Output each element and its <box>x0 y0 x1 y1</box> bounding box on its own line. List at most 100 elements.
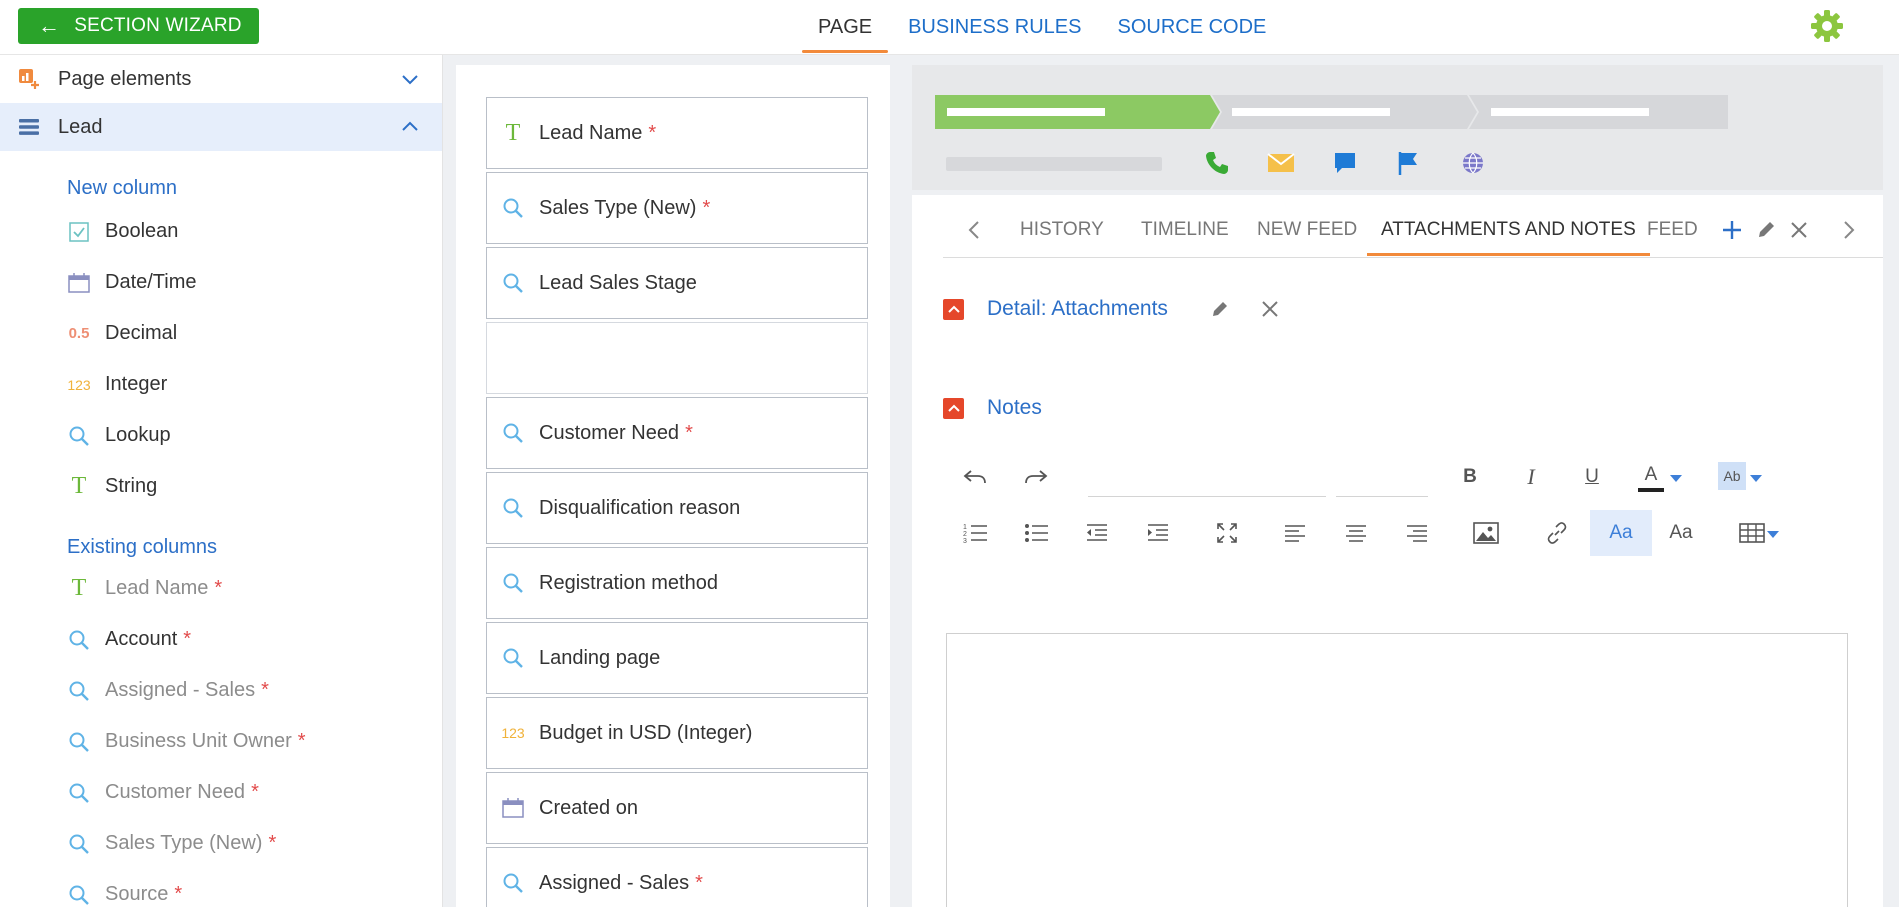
group-page-elements[interactable]: Page elements <box>0 55 442 103</box>
chat-icon[interactable] <box>1330 148 1360 178</box>
field-label: Customer Need <box>539 421 680 444</box>
search-icon <box>501 196 525 220</box>
tab-feed[interactable]: FEED <box>1647 219 1698 241</box>
align-right-icon[interactable] <box>1397 513 1437 553</box>
outdent-icon[interactable] <box>1077 513 1117 553</box>
align-center-icon[interactable] <box>1336 513 1376 553</box>
add-tab-icon[interactable] <box>1719 217 1745 243</box>
bullet-list-icon[interactable] <box>1016 513 1056 553</box>
new-column-title: New column <box>67 177 178 199</box>
chevron-down-icon[interactable] <box>400 69 420 89</box>
redo-icon[interactable] <box>1016 457 1056 497</box>
chevron-down-icon[interactable] <box>1666 459 1686 499</box>
existing-column-sales-type[interactable]: Sales Type (New) * <box>0 818 442 869</box>
close-tab-icon[interactable] <box>1786 217 1812 243</box>
flag-icon[interactable] <box>1394 148 1424 178</box>
align-left-icon[interactable] <box>1275 513 1315 553</box>
field-budget-usd[interactable]: 123 Budget in USD (Integer) <box>486 697 868 769</box>
existing-column-lead-name[interactable]: T Lead Name * <box>0 563 442 614</box>
field-assigned-sales[interactable]: Assigned - Sales * <box>486 847 868 907</box>
field-label: Lead Name <box>539 121 643 144</box>
field-lead-sales-stage[interactable]: Lead Sales Stage <box>486 247 868 319</box>
field-empty-slot[interactable] <box>486 322 868 394</box>
close-detail-icon[interactable] <box>1259 298 1281 320</box>
column-label: Sales Type (New) <box>105 832 263 854</box>
gear-icon[interactable] <box>1807 6 1847 46</box>
existing-column-assigned-sales[interactable]: Assigned - Sales * <box>0 665 442 716</box>
column-label: Source <box>105 883 169 905</box>
chevron-right-icon[interactable] <box>1836 217 1862 243</box>
decimal-icon: 0.5 <box>68 325 90 342</box>
link-icon[interactable] <box>1537 513 1577 553</box>
globe-icon[interactable] <box>1458 148 1488 178</box>
collapse-icon[interactable] <box>943 397 964 419</box>
tab-business-rules[interactable]: BUSINESS RULES <box>890 0 1099 55</box>
font-size-select[interactable] <box>1336 496 1428 497</box>
email-icon[interactable] <box>1266 148 1296 178</box>
tab-page[interactable]: PAGE <box>800 0 890 55</box>
search-icon <box>67 781 91 805</box>
chevron-left-icon[interactable] <box>961 217 987 243</box>
highlight-color-button[interactable]: Ab <box>1718 462 1746 490</box>
tab-new-feed[interactable]: NEW FEED <box>1257 219 1357 241</box>
section-wizard-button[interactable]: ← SECTION WIZARD <box>18 8 259 44</box>
chevron-down-icon[interactable] <box>1746 459 1766 499</box>
insert-image-icon[interactable] <box>1466 513 1506 553</box>
column-label: Customer Need <box>105 781 246 803</box>
left-panel: Page elements Lead New column Boolean Da… <box>0 55 443 907</box>
edit-detail-icon[interactable] <box>1209 298 1231 320</box>
existing-column-account[interactable]: Account * <box>0 614 442 665</box>
font-color-button[interactable]: A <box>1638 462 1664 492</box>
undo-icon[interactable] <box>955 457 995 497</box>
tab-timeline[interactable]: TIMELINE <box>1141 219 1229 241</box>
required-marker: * <box>695 871 703 894</box>
existing-column-source[interactable]: Source * <box>0 869 442 907</box>
chevron-up-icon[interactable] <box>400 117 420 137</box>
detail-attachments-title[interactable]: Detail: Attachments <box>987 297 1168 321</box>
tab-source-code[interactable]: SOURCE CODE <box>1099 0 1284 55</box>
chevron-down-icon[interactable] <box>1763 515 1783 555</box>
field-disqualification-reason[interactable]: Disqualification reason <box>486 472 868 544</box>
new-column-decimal[interactable]: 0.5 Decimal <box>0 308 442 359</box>
new-column-integer[interactable]: 123 Integer <box>0 359 442 410</box>
field-lead-name[interactable]: T Lead Name * <box>486 97 868 169</box>
column-label: Business Unit Owner <box>105 730 292 752</box>
font-family-select[interactable] <box>1088 496 1326 497</box>
field-created-on[interactable]: Created on <box>486 772 868 844</box>
field-label: Disqualification reason <box>539 496 741 519</box>
field-landing-page[interactable]: Landing page <box>486 622 868 694</box>
indent-icon[interactable] <box>1138 513 1178 553</box>
required-marker: * <box>261 679 269 701</box>
fullscreen-icon[interactable] <box>1207 513 1247 553</box>
field-label: Lead Sales Stage <box>539 271 697 294</box>
group-lead[interactable]: Lead <box>0 103 442 151</box>
tab-history[interactable]: HISTORY <box>1020 219 1104 241</box>
notes-title[interactable]: Notes <box>987 396 1042 420</box>
font-family-button[interactable]: Aa <box>1661 513 1701 553</box>
field-sales-type[interactable]: Sales Type (New) * <box>486 172 868 244</box>
column-label: Lead Name <box>105 577 209 599</box>
page-elements-icon <box>18 68 40 90</box>
collapse-icon[interactable] <box>943 298 964 320</box>
font-size-button[interactable]: Aa <box>1590 510 1652 556</box>
new-column-datetime[interactable]: Date/Time <box>0 257 442 308</box>
field-customer-need[interactable]: Customer Need * <box>486 397 868 469</box>
new-column-lookup[interactable]: Lookup <box>0 410 442 461</box>
existing-column-business-unit-owner[interactable]: Business Unit Owner * <box>0 716 442 767</box>
edit-tab-icon[interactable] <box>1753 217 1779 243</box>
new-column-boolean[interactable]: Boolean <box>0 206 442 257</box>
required-marker: * <box>268 832 277 854</box>
search-icon <box>67 628 91 652</box>
arrow-left-icon: ← <box>38 13 61 38</box>
new-column-string[interactable]: T String <box>0 461 442 512</box>
tab-attachments-and-notes[interactable]: ATTACHMENTS AND NOTES <box>1367 219 1650 256</box>
phone-icon[interactable] <box>1202 148 1232 178</box>
numbered-list-icon[interactable]: 123 <box>955 513 995 553</box>
stage-progress-bar[interactable] <box>935 95 1728 129</box>
underline-button[interactable]: U <box>1572 457 1612 497</box>
notes-editor[interactable] <box>946 633 1848 907</box>
existing-column-customer-need[interactable]: Customer Need * <box>0 767 442 818</box>
bold-button[interactable]: B <box>1450 457 1490 497</box>
field-registration-method[interactable]: Registration method <box>486 547 868 619</box>
italic-button[interactable]: I <box>1511 457 1551 497</box>
